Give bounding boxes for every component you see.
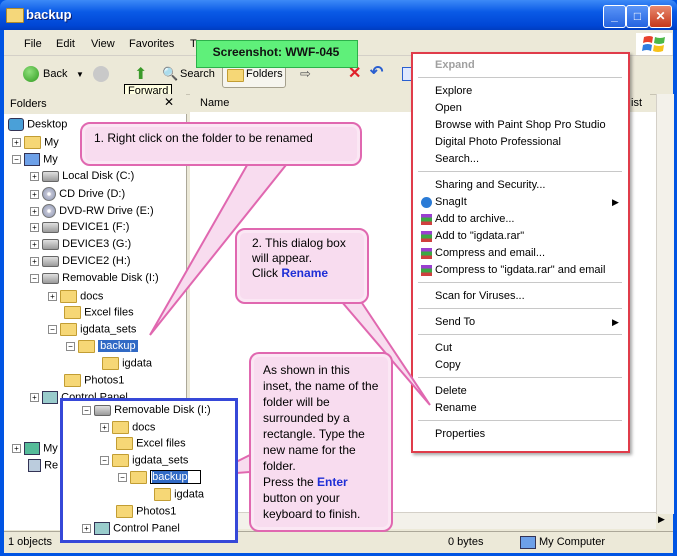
- inset-item-label: docs: [132, 421, 156, 434]
- inset-item-excel-files: Excel files: [116, 437, 186, 450]
- inset-item-label: Photos1: [136, 505, 177, 518]
- expand-icon: +: [82, 524, 91, 533]
- callout-2-rename: Rename: [281, 266, 329, 280]
- folder-icon: [112, 421, 130, 434]
- inset-item-label: igdata: [174, 488, 205, 501]
- inset-item-docs: + docs: [100, 421, 155, 434]
- expand-icon: +: [100, 423, 109, 432]
- inset-item-label: Removable Disk (I:): [114, 404, 211, 416]
- callout-2-line3: Click Rename: [252, 266, 346, 281]
- inset-item-photos1: Photos1: [116, 505, 176, 518]
- callout-2-text: 2. This dialog box will appear. Click Re…: [252, 236, 346, 281]
- inset-item-igdata-sets: − igdata_sets: [100, 454, 188, 467]
- inset-item-label: Control Panel: [113, 522, 180, 535]
- inset-item-label: Excel files: [136, 437, 186, 450]
- callout-3-body: As shown in this inset, the name of the …: [263, 363, 379, 473]
- inset-item-label: igdata_sets: [132, 454, 189, 467]
- callout-1-text: 1. Right click on the folder to be renam…: [94, 131, 313, 145]
- inset-item-backup: − backup: [118, 470, 201, 485]
- inset-rename-box: backup: [150, 470, 201, 485]
- folder-icon: [130, 471, 148, 484]
- folder-icon: [116, 505, 133, 518]
- folder-icon: [116, 437, 133, 450]
- callout-2-line1: 2. This dialog box: [252, 236, 346, 250]
- inset-item-control-panel: + Control Panel: [82, 522, 180, 535]
- collapse-icon: −: [118, 473, 127, 482]
- folder-icon: [154, 488, 171, 501]
- inset-item-label-selected: backup: [152, 471, 188, 484]
- collapse-icon: −: [82, 405, 91, 415]
- callout-2-line2: will appear.: [252, 251, 313, 265]
- callout-2-click: Click: [252, 266, 282, 280]
- inset-item-removable-disk: − Removable Disk (I:): [82, 404, 211, 416]
- callout-3-enter: Enter: [317, 475, 348, 489]
- drive-icon: [94, 404, 112, 416]
- callout-3-press: Press the: [263, 475, 318, 489]
- callout-3-finish: button on your keyboard to finish.: [263, 491, 361, 521]
- collapse-icon: −: [100, 456, 109, 465]
- folder-icon: [112, 454, 130, 467]
- inset-item-igdata: igdata: [154, 488, 204, 501]
- callout-3-text: As shown in this inset, the name of the …: [263, 362, 381, 522]
- control-panel-icon: [94, 522, 111, 535]
